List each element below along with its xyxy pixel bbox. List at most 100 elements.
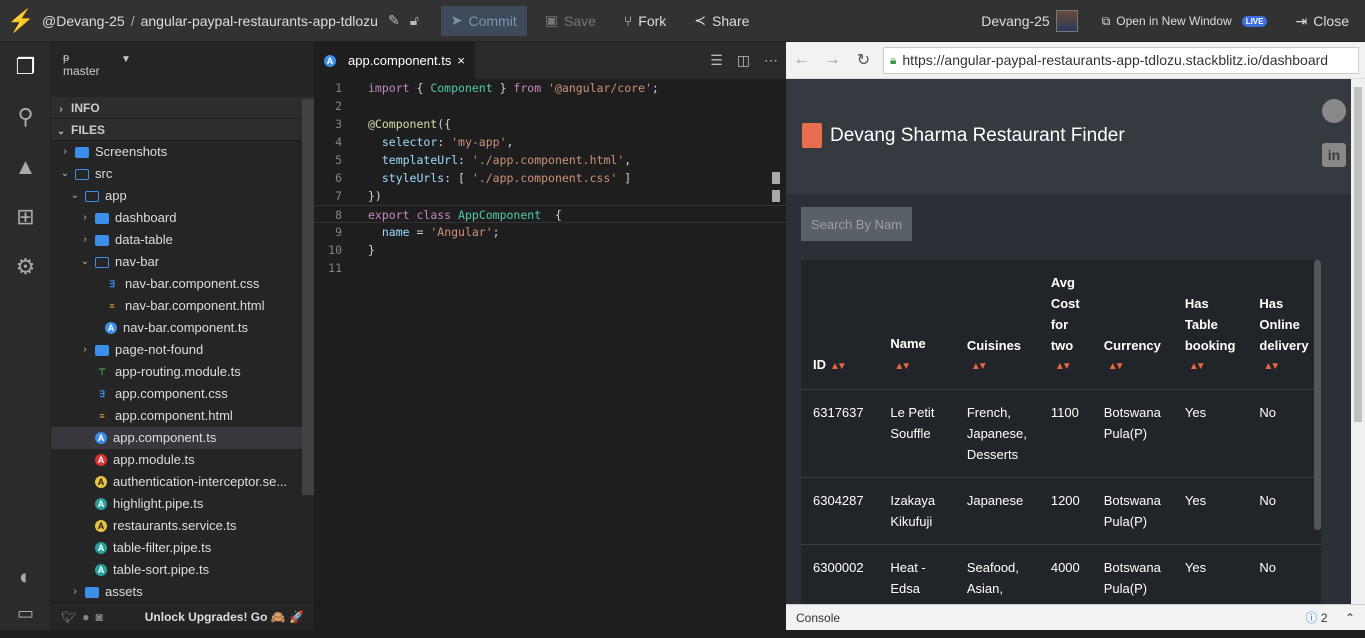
- code-line[interactable]: 1 import { Component } from '@angular/cor…: [314, 79, 786, 97]
- github-icon[interactable]: [1322, 99, 1346, 123]
- code-line[interactable]: 3 @Component({: [314, 115, 786, 133]
- project-name[interactable]: angular-paypal-restaurants-app-tdlozu: [141, 13, 378, 29]
- column-header[interactable]: Cuisines ▲▼: [954, 260, 1039, 390]
- table-row[interactable]: 6300002 Heat - Edsa Seafood, Asian, 4000 Bot…: [801, 544, 1321, 609]
- sort-icon[interactable]: ▲▼: [894, 356, 911, 377]
- more-options-icon[interactable]: ⋯: [764, 52, 778, 69]
- tree-file[interactable]: Aauthentication-interceptor.se...: [51, 471, 314, 493]
- tree-item-label: app.component.html: [115, 408, 233, 423]
- column-header[interactable]: ID ▲▼: [801, 260, 879, 390]
- lock-icon[interactable]: 🔓︎: [410, 12, 419, 29]
- column-header[interactable]: Has Table booking ▲▼: [1172, 260, 1248, 390]
- tree-file[interactable]: ≡ nav-bar.component.html: [51, 295, 314, 317]
- reload-icon[interactable]: ↻: [848, 50, 879, 70]
- tree-file[interactable]: Aapp.module.ts: [51, 449, 314, 471]
- code-line[interactable]: 6 styleUrls: [ './app.component.css' ]: [314, 169, 786, 187]
- back-arrow-icon[interactable]: ←: [786, 51, 817, 69]
- table-row[interactable]: 6317637 Le Petit Souffle French, Japanese,…: [801, 389, 1321, 478]
- column-header[interactable]: Avg Cost for two ▲▼: [1038, 260, 1092, 390]
- section-info[interactable]: › INFO: [51, 97, 314, 119]
- code-line[interactable]: 9 name = 'Angular';: [314, 223, 786, 241]
- outline-icon[interactable]: ☰: [710, 52, 723, 69]
- sort-icon[interactable]: ▲▼: [1189, 356, 1236, 377]
- tree-folder[interactable]: › assets: [51, 581, 314, 603]
- project-title: @Devang-25 / angular-paypal-restaurants-…: [42, 13, 378, 29]
- minimap[interactable]: [772, 172, 780, 212]
- discord-icon[interactable]: ◙: [95, 610, 102, 624]
- section-files[interactable]: ⌄ FILES: [51, 119, 314, 141]
- close-button[interactable]: ⇥ Close: [1285, 6, 1359, 36]
- code-line[interactable]: 8 export class AppComponent {: [314, 205, 786, 223]
- sort-icon[interactable]: ▲▼: [1108, 356, 1161, 377]
- tree-file[interactable]: ∃ app.component.css: [51, 383, 314, 405]
- tree-folder[interactable]: › page-not-found: [51, 339, 314, 361]
- tree-file[interactable]: Ahighlight.pipe.ts: [51, 493, 314, 515]
- chevron-up-icon[interactable]: ⌃: [1345, 611, 1355, 625]
- tree-folder[interactable]: › data-table: [51, 229, 314, 251]
- extensions-icon[interactable]: ⊞: [0, 192, 51, 242]
- avatar[interactable]: [1055, 10, 1078, 32]
- split-editor-icon[interactable]: ◫: [737, 52, 750, 69]
- tree-file[interactable]: Arestaurants.service.ts: [51, 515, 314, 537]
- files-icon[interactable]: ❐: [0, 42, 51, 92]
- save-button[interactable]: ▣ Save: [535, 6, 606, 36]
- search-icon[interactable]: ⚲: [0, 92, 51, 142]
- tab-app-component-ts[interactable]: A app.component.ts ×: [314, 42, 475, 79]
- console-bar[interactable]: Console ⓘ 2 ⌃: [786, 604, 1365, 630]
- share-button[interactable]: ≺ Share: [684, 6, 759, 36]
- edit-pencil-icon[interactable]: ✎: [388, 12, 400, 29]
- tree-folder[interactable]: ⌄ app: [51, 185, 314, 207]
- code-line[interactable]: 11: [314, 259, 786, 277]
- sidebar-scrollbar[interactable]: [302, 99, 314, 495]
- tree-file[interactable]: Anav-bar.component.ts: [51, 317, 314, 339]
- sort-icon[interactable]: ▲▼: [1055, 356, 1080, 377]
- code-line[interactable]: 2: [314, 97, 786, 115]
- chevron-down-icon: ⌄: [56, 126, 66, 137]
- tree-file[interactable]: ⊤ app-routing.module.ts: [51, 361, 314, 383]
- settings-gear-icon[interactable]: ⚙: [0, 242, 51, 292]
- tree-file[interactable]: ≡ app.component.html: [51, 405, 314, 427]
- firebase-icon[interactable]: ▲: [0, 142, 51, 192]
- fork-button[interactable]: ⑂ Fork: [614, 6, 676, 36]
- unlock-upgrades-link[interactable]: Unlock Upgrades! Go 🙈 🚀: [145, 610, 304, 624]
- tree-file[interactable]: ∃ nav-bar.component.css: [51, 273, 314, 295]
- table-scrollbar[interactable]: [1314, 260, 1321, 530]
- stackblitz-logo-icon[interactable]: ⚡: [0, 0, 42, 42]
- tree-folder[interactable]: › dashboard: [51, 207, 314, 229]
- code-line[interactable]: 5 templateUrl: './app.component.html',: [314, 151, 786, 169]
- tree-file[interactable]: Atable-sort.pipe.ts: [51, 559, 314, 581]
- forward-arrow-icon[interactable]: →: [817, 51, 848, 69]
- code-area[interactable]: 1 import { Component } from '@angular/cor…: [314, 79, 786, 277]
- username[interactable]: Devang-25: [981, 13, 1050, 29]
- table-row[interactable]: 6304287 Izakaya Kikufuji Japanese 1200 Botsw…: [801, 477, 1321, 545]
- column-header[interactable]: Currency ▲▼: [1091, 260, 1173, 390]
- twitter-icon[interactable]: 🐦︎: [61, 610, 76, 624]
- sort-icon[interactable]: ▲▼: [830, 356, 847, 377]
- sort-icon[interactable]: ▲▼: [971, 356, 1027, 377]
- url-field[interactable]: 🔒︎ https://angular-paypal-restaurants-ap…: [883, 46, 1359, 74]
- tree-folder[interactable]: › Screenshots: [51, 141, 314, 163]
- tree-file[interactable]: Atable-filter.pipe.ts: [51, 537, 314, 559]
- code-line[interactable]: 10}: [314, 241, 786, 259]
- app-brand[interactable]: Devang Sharma Restaurant Finder: [802, 123, 1125, 148]
- code-line[interactable]: 4 selector: 'my-app',: [314, 133, 786, 151]
- code-token: ;: [492, 225, 500, 239]
- sort-icon[interactable]: ▲▼: [1263, 356, 1309, 377]
- branch-selector[interactable]: ᵽ master ▼: [51, 42, 314, 97]
- tree-folder[interactable]: ⌄ nav-bar: [51, 251, 314, 273]
- tree-folder[interactable]: ⌄ src: [51, 163, 314, 185]
- linkedin-icon[interactable]: in: [1322, 143, 1346, 167]
- search-input[interactable]: [801, 207, 912, 241]
- tree-file[interactable]: Aapp.component.ts: [51, 427, 314, 449]
- code-line[interactable]: 7}): [314, 187, 786, 205]
- commit-button[interactable]: ➤ Commit: [440, 5, 527, 36]
- project-owner[interactable]: @Devang-25: [42, 13, 125, 29]
- layout-icon[interactable]: ▭: [0, 588, 51, 638]
- github-icon[interactable]: ●: [82, 610, 89, 624]
- close-tab-icon[interactable]: ×: [457, 53, 465, 68]
- column-header[interactable]: Has Online delivery ▲▼: [1247, 260, 1321, 390]
- column-header[interactable]: Name ▲▼: [878, 260, 955, 390]
- preview-scrollbar[interactable]: [1351, 79, 1365, 609]
- open-new-window-button[interactable]: ⧉ Open in New Window LIVE: [1092, 6, 1278, 36]
